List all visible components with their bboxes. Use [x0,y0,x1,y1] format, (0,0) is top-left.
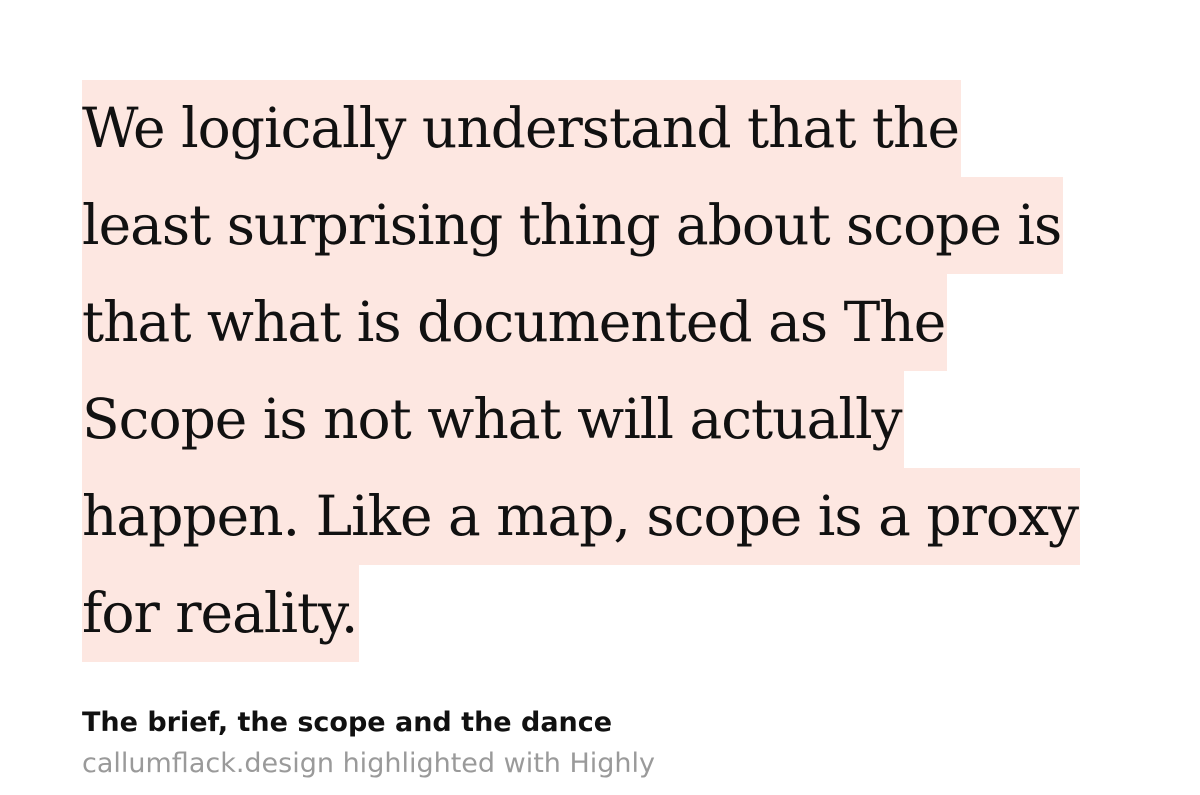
highlighted-quote: We logically understand that the least s… [82,80,1081,662]
quote-line-text: that what is documented as The [82,274,948,371]
quote-line-text: for reality. [82,565,360,662]
quote-line: least surprising thing about scope is [82,177,1080,274]
quote-line: that what is documented as The [82,274,1080,371]
quote-line: for reality. [82,565,1080,662]
source-article-title: The brief, the scope and the dance [82,707,613,738]
source-attribution: callumflack.design highlighted with High… [82,748,656,779]
quote-line: happen. Like a map, scope is a proxy [82,468,1081,565]
quote-line: Scope is not what will actually [82,371,1080,468]
quote-line-text: happen. Like a map, scope is a proxy [82,468,1081,565]
quote-line-text: We logically understand that the [82,80,962,177]
quote-line-text: Scope is not what will actually [82,371,904,468]
quote-line: We logically understand that the [82,80,1080,177]
quote-line-text: least surprising thing about scope is [82,177,1064,274]
